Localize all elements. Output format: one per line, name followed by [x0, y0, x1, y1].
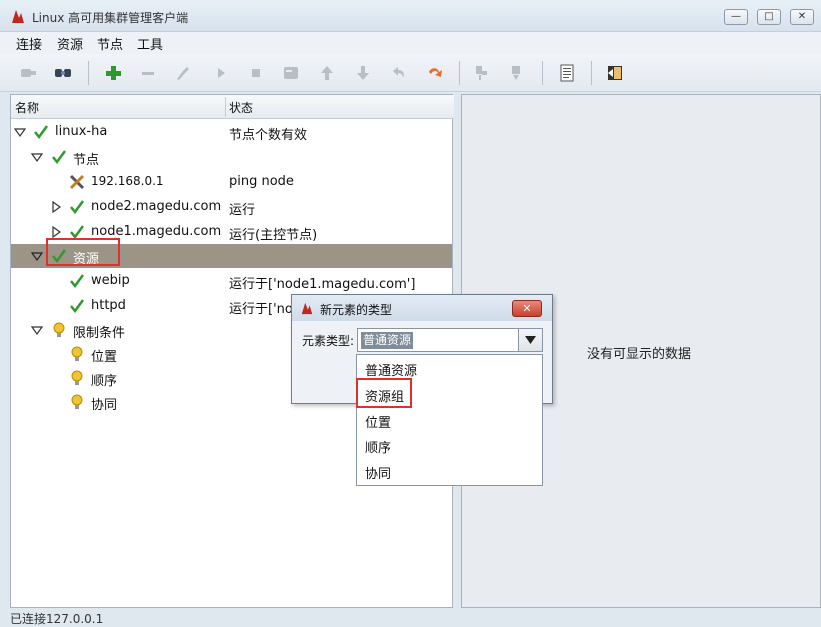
tree-row-nodes[interactable]: 节点 — [11, 145, 452, 169]
lightbulb-icon — [71, 346, 83, 361]
minimize-button[interactable]: — — [724, 9, 748, 25]
expand-down-icon[interactable] — [14, 126, 26, 138]
tree-item-name: 节点 — [73, 153, 100, 168]
resource-group-highlight — [356, 378, 412, 408]
option-colocation[interactable]: 协同 — [365, 463, 391, 482]
tree-item-status: 运行(主控节点) — [229, 228, 318, 243]
check-icon — [34, 125, 49, 140]
exit-icon[interactable] — [602, 60, 628, 86]
down-icon[interactable] — [350, 60, 376, 86]
element-type-value: 普通资源 — [361, 332, 414, 349]
tree-item-name: node1.magedu.com — [91, 224, 222, 239]
dropdown-arrow-button[interactable] — [518, 329, 542, 351]
column-divider[interactable] — [225, 97, 226, 117]
tree-item-status: 运行于['no — [229, 302, 293, 317]
stop-icon[interactable] — [243, 60, 269, 86]
maximize-button[interactable]: □ — [757, 9, 781, 25]
tree-item-name: 顺序 — [91, 374, 118, 389]
log-icon[interactable] — [554, 60, 580, 86]
tree-item-name: linux-ha — [55, 124, 108, 139]
option-order[interactable]: 顺序 — [365, 437, 391, 456]
tree-item-name: httpd — [91, 298, 126, 313]
tree-row-linux-ha[interactable]: linux-ha 节点个数有效 — [11, 120, 452, 144]
toolbar-separator — [88, 61, 89, 85]
menu-nodes[interactable]: 节点 — [97, 34, 123, 53]
column-header-name[interactable]: 名称 — [15, 99, 39, 116]
app-logo-icon — [12, 10, 24, 23]
tree-item-name: 位置 — [91, 350, 118, 365]
toolbar-separator — [459, 61, 460, 85]
title-bar: Linux 高可用集群管理客户端 — □ ✕ — [0, 0, 821, 32]
lightbulb-icon — [71, 394, 83, 409]
toolbar — [0, 54, 821, 142]
check-icon — [70, 200, 85, 215]
dialog-close-button[interactable]: ✕ — [512, 300, 542, 317]
expand-down-icon[interactable] — [31, 250, 43, 262]
option-location[interactable]: 位置 — [365, 412, 391, 431]
element-type-select[interactable]: 普通资源 — [357, 328, 543, 352]
expand-down-icon[interactable] — [31, 324, 43, 336]
tree-row-ping-node[interactable]: 192.168.0.1 ping node — [11, 170, 452, 194]
element-type-dropdown: 普通资源 资源组 位置 顺序 协同 — [356, 354, 543, 486]
expand-down-icon[interactable] — [31, 151, 43, 163]
tree-item-name: webip — [91, 273, 130, 288]
toolbar-separator — [591, 61, 592, 85]
option-primitive-resource[interactable]: 普通资源 — [365, 360, 417, 379]
tree-item-name: 192.168.0.1 — [91, 174, 164, 188]
empty-state-text: 没有可显示的数据 — [587, 347, 692, 362]
status-bar-text: 已连接127.0.0.1 — [10, 612, 104, 626]
menu-tools[interactable]: 工具 — [137, 34, 163, 53]
window-title: Linux 高可用集群管理客户端 — [32, 11, 189, 25]
tree-item-status: 运行于['node1.magedu.com'] — [229, 277, 416, 292]
redo-icon[interactable] — [422, 60, 448, 86]
tree-row-node2[interactable]: node2.magedu.com 运行 — [11, 195, 452, 219]
tree-item-name: 协同 — [91, 398, 118, 413]
check-icon — [70, 299, 85, 314]
element-type-label: 元素类型: — [302, 334, 355, 348]
disconnect-icon[interactable] — [50, 60, 76, 86]
resources-row-highlight — [46, 238, 120, 266]
tools-icon — [69, 174, 85, 190]
tree-item-status: 节点个数有效 — [229, 128, 308, 143]
tree-item-name: node2.magedu.com — [91, 199, 222, 214]
remove-icon[interactable] — [135, 60, 161, 86]
menu-resources[interactable]: 资源 — [57, 34, 83, 53]
lightbulb-icon — [53, 322, 65, 337]
add-icon[interactable] — [100, 60, 126, 86]
column-header-status[interactable]: 状态 — [229, 99, 253, 116]
active-icon[interactable] — [504, 60, 530, 86]
start-icon[interactable] — [208, 60, 234, 86]
tree-item-status: ping node — [229, 174, 294, 189]
tree-row-webip[interactable]: webip 运行于['node1.magedu.com'] — [11, 269, 452, 293]
check-icon — [52, 150, 67, 165]
undo-icon[interactable] — [386, 60, 412, 86]
close-button[interactable]: ✕ — [790, 9, 814, 25]
tree-header: 名称 状态 — [11, 95, 454, 119]
check-icon — [70, 274, 85, 289]
menu-connect[interactable]: 连接 — [16, 34, 42, 53]
menu-bar: 连接 资源 节点 工具 — [0, 32, 821, 54]
expand-right-icon[interactable] — [50, 201, 62, 213]
lightbulb-icon — [71, 370, 83, 385]
expand-right-icon[interactable] — [50, 226, 62, 238]
app-logo-icon — [301, 302, 313, 315]
dialog-title-bar: 新元素的类型 ✕ — [292, 295, 552, 321]
dialog-title: 新元素的类型 — [320, 303, 393, 317]
tree-item-status: 运行 — [229, 203, 256, 218]
migrate-icon[interactable] — [278, 60, 304, 86]
connect-icon[interactable] — [15, 60, 41, 86]
toolbar-separator — [542, 61, 543, 85]
chevron-down-icon — [525, 336, 536, 344]
cleanup-icon[interactable] — [170, 60, 196, 86]
up-icon[interactable] — [314, 60, 340, 86]
standby-icon[interactable] — [468, 60, 494, 86]
tree-item-name: 限制条件 — [73, 326, 126, 341]
